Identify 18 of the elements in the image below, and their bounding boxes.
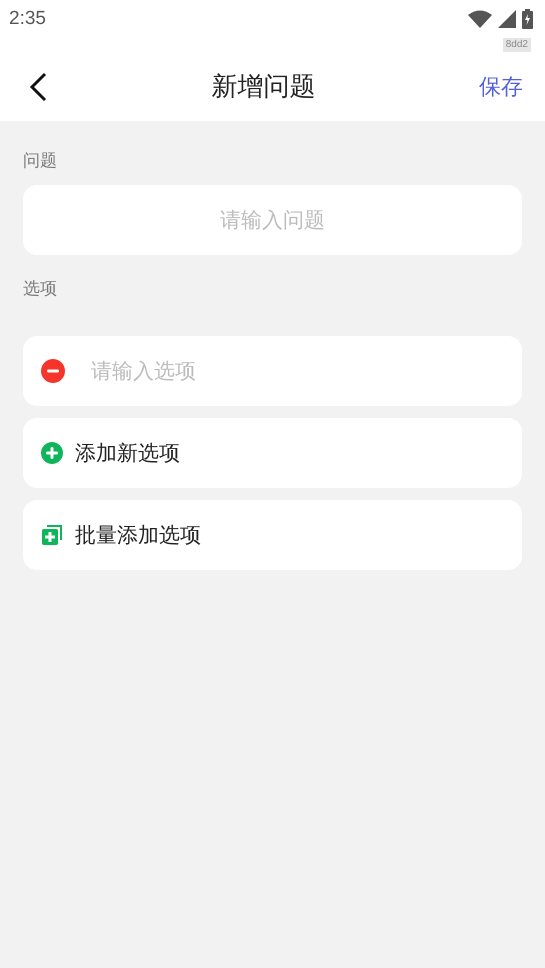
add-option-button[interactable]: 添加新选项	[23, 418, 522, 488]
debug-badge: 8dd2	[502, 38, 531, 52]
back-icon[interactable]	[28, 72, 48, 102]
save-button[interactable]: 保存	[479, 72, 523, 102]
remove-icon[interactable]	[41, 359, 65, 383]
batch-add-icon	[41, 524, 63, 546]
option-input[interactable]: 请输入选项	[89, 358, 504, 384]
question-field[interactable]: 请输入问题	[23, 185, 522, 255]
option-field[interactable]: 请输入选项	[23, 336, 522, 406]
wifi-icon	[468, 10, 492, 28]
status-time: 2:35	[9, 8, 46, 30]
signal-icon	[498, 10, 516, 28]
section-label: 选项	[23, 278, 58, 300]
page-title: 新增问题	[212, 71, 316, 104]
batch-add-button[interactable]: 批量添加选项	[23, 500, 522, 570]
battery-icon	[522, 9, 533, 29]
add-icon	[41, 442, 63, 464]
section-label: 问题	[23, 150, 58, 172]
